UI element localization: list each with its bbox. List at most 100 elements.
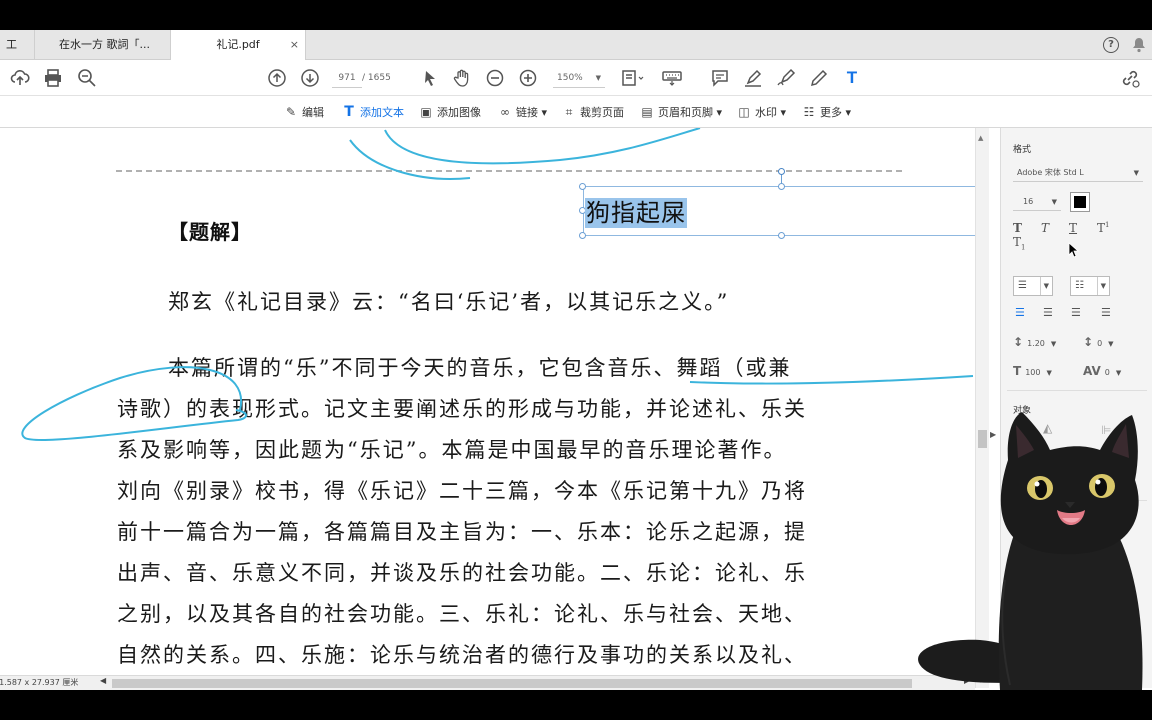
- text-t-icon: T: [344, 104, 354, 120]
- underline-t-icon[interactable]: T: [1069, 221, 1097, 235]
- paragraph-spacing-icon: ↕: [1083, 335, 1094, 349]
- pencil-draw-icon[interactable]: [809, 68, 829, 88]
- black-cat-avatar: [918, 412, 1143, 690]
- tab-bar: 工具 在水一方 歌詞「... 礼记.pdf × ?: [0, 30, 1152, 80]
- scroll-left-icon[interactable]: ◀: [100, 676, 106, 685]
- font-family-select[interactable]: Adobe 宋体 Std L ▼: [1013, 164, 1143, 182]
- status-bar: 21.587 x 27.937 厘米 ◀ ▶: [0, 675, 975, 690]
- paragraph-spacing-select[interactable]: ↕ 0 ▼: [1083, 335, 1114, 349]
- edit-button-label: 编辑: [302, 106, 324, 119]
- fit-page-icon[interactable]: [620, 68, 646, 88]
- tab-document-active-label: 礼记.pdf: [216, 38, 260, 51]
- italic-t-icon[interactable]: T: [1041, 221, 1069, 235]
- upload-cloud-icon[interactable]: [10, 68, 30, 88]
- chevron-down-icon: ▼: [1050, 340, 1057, 348]
- comment-icon[interactable]: [710, 68, 730, 88]
- font-family-value: Adobe 宋体 Std L: [1017, 168, 1084, 177]
- crop-page-button[interactable]: ⌗ 裁剪页面: [561, 103, 624, 121]
- header-footer-icon: ▤: [641, 105, 653, 119]
- zoom-level-value: 150%: [557, 73, 583, 83]
- watermark-button[interactable]: ◫ 水印 ▾: [736, 103, 786, 121]
- header-footer-button-label: 页眉和页脚 ▾: [658, 106, 723, 119]
- scroll-up-icon[interactable]: ▲: [978, 134, 983, 142]
- chevron-down-icon: ▼: [1039, 277, 1049, 295]
- superscript-t-icon[interactable]: T1: [1097, 221, 1125, 235]
- acrobat-window: 工具 在水一方 歌詞「... 礼记.pdf × ? 971 / 1655: [0, 30, 1152, 690]
- watermark-button-label: 水印 ▾: [755, 106, 787, 119]
- add-image-button-label: 添加图像: [437, 106, 481, 119]
- numbered-list-icon: ☷: [1075, 280, 1084, 291]
- tab-tools[interactable]: 工具: [0, 30, 34, 80]
- align-center-icon[interactable]: ☰: [1043, 306, 1053, 319]
- zoom-in-icon[interactable]: [518, 68, 538, 88]
- chevron-down-icon: ▼: [595, 74, 601, 82]
- line-spacing-icon: ↕: [1013, 335, 1024, 349]
- character-spacing-icon: AV: [1083, 364, 1101, 378]
- edit-button[interactable]: ✎ 编辑: [283, 103, 324, 121]
- font-color-swatch[interactable]: [1070, 192, 1090, 212]
- font-color-chip: [1074, 196, 1086, 208]
- bullet-list-icon: ☰: [1018, 280, 1027, 291]
- help-icon[interactable]: ?: [1103, 37, 1119, 53]
- text-style-row: T T T T1T1: [1013, 221, 1152, 251]
- crop-page-button-label: 裁剪页面: [580, 106, 624, 119]
- sign-icon[interactable]: [776, 68, 796, 88]
- horizontal-scale-icon: T: [1013, 364, 1022, 378]
- chevron-down-icon: ▼: [1108, 340, 1114, 348]
- line-spacing-value: 1.20: [1027, 339, 1045, 348]
- edit-pdf-toolbar: ✎ 编辑 T 添加文本 ▣ 添加图像 ∞ 链接 ▾ ⌗ 裁剪页面 ▤ 页眉和页脚 ▾ ◫ 水印…: [0, 96, 1152, 128]
- bullet-list-select[interactable]: ☰ ▼: [1013, 276, 1053, 296]
- highlight-pen-icon[interactable]: [743, 68, 763, 88]
- more-button-label: 更多 ▾: [820, 106, 852, 119]
- add-text-tool-icon[interactable]: T: [842, 68, 862, 88]
- bold-t-icon[interactable]: T: [1013, 221, 1041, 235]
- keyboard-icon[interactable]: [661, 68, 683, 88]
- page-total: / 1655: [362, 73, 391, 83]
- numbered-list-select[interactable]: ☷ ▼: [1070, 276, 1110, 296]
- zoom-search-icon[interactable]: [77, 68, 97, 88]
- tab-document-1[interactable]: 在水一方 歌詞「...: [34, 30, 170, 60]
- character-spacing-select[interactable]: AV 0 ▼: [1083, 364, 1121, 378]
- tab-document-1-label: 在水一方 歌詞「...: [59, 38, 150, 51]
- more-button[interactable]: ☷ 更多 ▾: [801, 103, 851, 121]
- link-button[interactable]: ∞ 链接 ▾: [497, 103, 547, 121]
- hand-tool-icon[interactable]: [452, 68, 472, 88]
- crop-icon: ⌗: [565, 105, 573, 119]
- chevron-down-icon: ▼: [1096, 277, 1106, 295]
- font-size-select[interactable]: 16 ▼: [1013, 193, 1061, 211]
- previous-page-icon[interactable]: [267, 68, 287, 88]
- justify-icon[interactable]: ☰: [1101, 306, 1111, 319]
- main-toolbar: 971 / 1655 150% ▼ T: [0, 60, 1152, 96]
- add-text-button[interactable]: T 添加文本: [341, 103, 404, 121]
- next-page-icon[interactable]: [300, 68, 320, 88]
- subscript-t-icon[interactable]: T1: [1013, 235, 1041, 251]
- align-right-icon[interactable]: ☰: [1071, 306, 1081, 319]
- close-tab-icon[interactable]: ×: [290, 30, 299, 59]
- horizontal-scroll-thumb[interactable]: [112, 679, 912, 688]
- link-button-label: 链接 ▾: [516, 106, 548, 119]
- tab-document-active[interactable]: 礼记.pdf ×: [170, 30, 306, 61]
- header-footer-button[interactable]: ▤ 页眉和页脚 ▾: [639, 103, 722, 121]
- chevron-down-icon: ▼: [1046, 369, 1052, 377]
- panel-divider: [1007, 390, 1147, 391]
- page-number-input[interactable]: 971: [332, 68, 362, 88]
- add-image-button[interactable]: ▣ 添加图像: [418, 103, 481, 121]
- ink-annotations: [21, 128, 974, 441]
- watermark-icon: ◫: [738, 105, 750, 119]
- link-icon: ∞: [500, 105, 510, 119]
- print-icon[interactable]: [43, 68, 63, 88]
- notification-bell-icon[interactable]: [1132, 37, 1146, 57]
- align-left-icon[interactable]: ☰: [1015, 306, 1025, 319]
- pdf-page[interactable]: 【题解】 郑玄《礼记目录》云：“名曰‘乐记’者，以其记乐之义。” 本篇所谓的“乐…: [0, 128, 975, 688]
- horizontal-scale-value: 100: [1025, 368, 1041, 377]
- zoom-level-select[interactable]: 150% ▼: [553, 68, 605, 88]
- share-link-icon[interactable]: [1120, 68, 1140, 88]
- edit-icon: ✎: [285, 105, 297, 119]
- chevron-down-icon: ▼: [1133, 169, 1139, 177]
- select-arrow-icon[interactable]: [420, 68, 440, 88]
- horizontal-scale-select[interactable]: T 100 ▼: [1013, 364, 1052, 378]
- chevron-down-icon: ▼: [1115, 369, 1122, 377]
- add-text-button-label: 添加文本: [360, 106, 404, 119]
- line-spacing-select[interactable]: ↕ 1.20 ▼: [1013, 335, 1056, 349]
- zoom-out-icon[interactable]: [485, 68, 505, 88]
